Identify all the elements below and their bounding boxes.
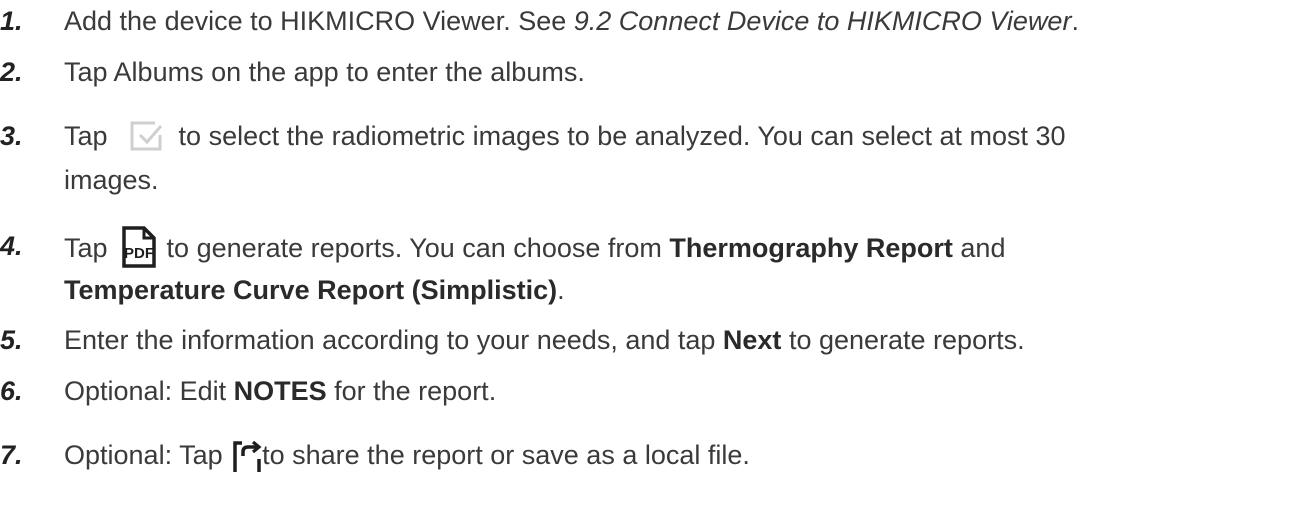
next-button-label: Next — [722, 325, 782, 355]
step-text: Add the device to HIKMICRO Viewer. See 9… — [64, 6, 1079, 36]
step-number: 6. — [0, 376, 23, 406]
step-text: Tap Albums on the app to enter the album… — [64, 57, 585, 87]
manual-page: { "steps": [ { "num": "1.", "pre": "Add … — [0, 0, 1294, 517]
step-number: 1. — [0, 6, 23, 36]
step-text-continued: Temperature Curve Report (Simplistic). — [64, 275, 565, 305]
step-number: 4. — [0, 231, 23, 261]
step-number: 3. — [0, 121, 23, 151]
pdf-icon-label: PDF — [124, 245, 154, 262]
pdf-file-icon: PDF — [121, 225, 157, 269]
step-number: 7. — [0, 440, 23, 470]
step-number: 5. — [0, 325, 23, 355]
report-option-temperature-curve: Temperature Curve Report (Simplistic) — [64, 275, 558, 305]
select-checkbox-icon — [129, 120, 165, 152]
step-text: Tap to select the radiometric images to … — [64, 120, 1066, 152]
section-reference-link[interactable]: 9.2 Connect Device to HIKMICRO Viewer — [574, 6, 1072, 36]
step-text: Optional: Edit NOTES for the report. — [64, 376, 497, 406]
notes-label: NOTES — [233, 376, 327, 406]
share-icon — [232, 439, 262, 473]
step-number: 2. — [0, 57, 23, 87]
step-text-continued: images. — [64, 165, 159, 195]
report-option-thermography: Thermography Report — [669, 233, 953, 264]
step-text: Enter the information according to your … — [64, 325, 1025, 355]
step-text: Optional: Tap to share the report or sav… — [64, 437, 750, 474]
step-text: Tap PDF to generate reports. You can cho… — [64, 225, 1005, 272]
